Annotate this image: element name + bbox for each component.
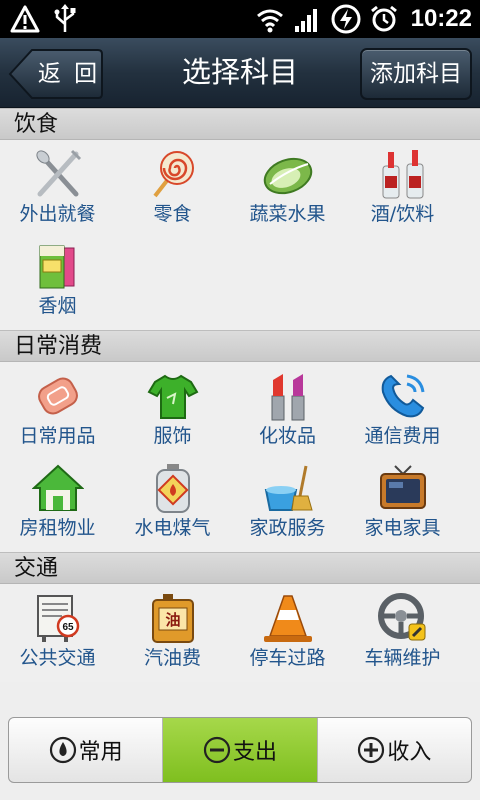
category-label: 停车过路 [249,647,326,669]
house-icon [31,464,84,511]
soap-icon [37,377,78,415]
speed-sign-text: 65 [62,622,74,633]
signal-icon [294,9,317,32]
category-cigarettes[interactable]: 香烟 [0,236,115,328]
category-label: 房租物业 [19,517,96,539]
tab-label: 支出 [232,740,277,765]
warning-icon [10,5,40,33]
bus-stop-icon: 65 [36,595,79,642]
cleaning-icon [264,465,313,511]
category-appliances[interactable]: 家电家具 [345,458,460,550]
status-time: 10:22 [410,5,472,32]
drop-icon [49,736,76,764]
category-label: 水电煤气 [134,517,211,539]
category-label: 外出就餐 [19,203,96,225]
tab-label: 常用 [78,740,123,765]
bottom-tab-bar: 常用 支出 收入 [8,717,472,783]
fuel-sign-text: 油 [165,611,180,629]
category-dining-out[interactable]: 外出就餐 [0,144,115,236]
category-utilities[interactable]: 水电煤气 [115,458,230,550]
tshirt-icon [147,374,198,419]
title-bar: 返 回 选择科目 添加科目 [0,38,480,108]
add-category-button[interactable]: 添加科目 [360,48,472,100]
category-daily-goods[interactable]: 日常用品 [0,366,115,458]
jerrycan-icon: 油 [151,594,194,643]
minus-circle-icon [203,736,231,764]
category-label: 服饰 [153,425,192,447]
status-bar: 10:22 [0,0,480,38]
back-button-label: 返 回 [37,61,101,87]
tv-icon [379,465,426,509]
section-header-transport: 交通 [0,552,480,584]
sync-icon [331,4,361,34]
category-label: 香烟 [38,295,77,317]
section-food: 外出就餐 零食 蔬菜水果 酒/饮料 香烟 [0,140,480,330]
category-label: 化妆品 [258,425,316,447]
category-label: 酒/饮料 [370,203,435,225]
category-rent[interactable]: 房租物业 [0,458,115,550]
category-label: 公共交通 [19,647,96,669]
category-vegetables-fruit[interactable]: 蔬菜水果 [230,144,345,236]
category-telecom[interactable]: 通信费用 [345,366,460,458]
category-label: 零食 [153,203,192,225]
section-daily: 日常用品 服饰 化妆品 通信费用 房租物业 水电煤气 家政服务 家电家具 [0,362,480,552]
category-label: 蔬菜水果 [249,203,326,225]
back-button[interactable]: 返 回 [8,48,104,100]
category-label: 车辆维护 [364,647,441,669]
category-parking-tolls[interactable]: 停车过路 [230,588,345,680]
alarm-icon [370,5,397,32]
cabbage-icon [263,157,312,195]
category-label: 通信费用 [364,425,441,447]
phone-icon [381,374,424,418]
category-list: 饮食 外出就餐 零食 蔬菜水果 酒/饮料 香烟 日常消费 日常用品 服饰 化妆品… [0,108,480,682]
wifi-icon [256,9,283,33]
category-label: 家政服务 [249,517,326,539]
category-drinks[interactable]: 酒/饮料 [345,144,460,236]
category-cosmetics[interactable]: 化妆品 [230,366,345,458]
section-transport: 65 公共交通 油 汽油费 停车过路 车辆维护 [0,584,480,682]
usb-icon [54,4,76,32]
category-label: 家电家具 [364,517,441,539]
fork-knife-icon [35,149,81,197]
section-header-food: 饮食 [0,108,480,140]
category-public-transport[interactable]: 65 公共交通 [0,588,115,680]
cigarettes-icon [39,245,74,289]
category-label: 日常用品 [19,425,96,447]
tab-income[interactable]: 收入 [318,718,471,782]
category-housekeeping[interactable]: 家政服务 [230,458,345,550]
page-title: 选择科目 [181,55,298,89]
tab-common[interactable]: 常用 [9,718,164,782]
category-label: 汽油费 [143,647,201,669]
gas-tank-icon [155,464,190,513]
category-vehicle-maintenance[interactable]: 车辆维护 [345,588,460,680]
steering-wheel-icon [377,593,425,641]
bottles-icon [382,150,423,199]
lipstick-icon [271,374,304,421]
category-snacks[interactable]: 零食 [115,144,230,236]
tab-label: 收入 [387,740,432,765]
plus-circle-icon [358,736,385,764]
tab-expense[interactable]: 支出 [163,718,318,782]
lollipop-icon [152,151,194,198]
category-fuel[interactable]: 油 汽油费 [115,588,230,680]
category-clothing[interactable]: 服饰 [115,366,230,458]
traffic-cone-icon [263,595,312,642]
section-header-daily: 日常消费 [0,330,480,362]
